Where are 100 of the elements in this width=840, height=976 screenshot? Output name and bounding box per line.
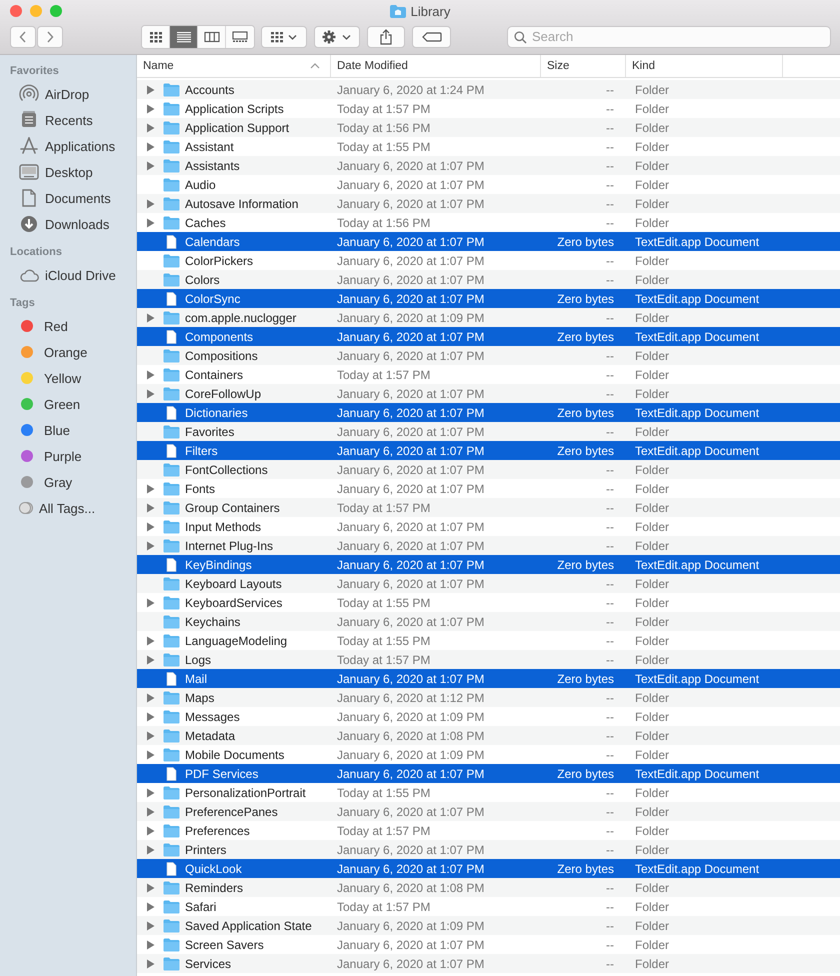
disclosure-triangle-icon[interactable] xyxy=(146,540,155,550)
file-row[interactable]: Components January 6, 2020 at 1:07 PM Zero bytes TextEdit.app Document xyxy=(137,327,840,346)
column-header[interactable]: Date Modified xyxy=(331,55,541,77)
tag-button[interactable] xyxy=(412,26,451,48)
sidebar-item[interactable]: Applications xyxy=(18,133,116,159)
close-button[interactable] xyxy=(10,5,22,17)
disclosure-triangle-icon[interactable] xyxy=(146,654,155,664)
file-row[interactable]: Compositions January 6, 2020 at 1:07 PM -- Folder xyxy=(137,346,840,365)
file-row[interactable]: Application Support Today at 1:56 PM -- Folder xyxy=(137,118,840,137)
file-row[interactable]: FontCollections January 6, 2020 at 1:07 PM -- Folder xyxy=(137,460,840,479)
file-row[interactable]: Keychains January 6, 2020 at 1:07 PM -- Folder xyxy=(137,612,840,631)
disclosure-triangle-icon[interactable] xyxy=(146,750,155,760)
disclosure-triangle-icon[interactable] xyxy=(146,370,155,380)
folder-icon xyxy=(163,538,180,552)
sidebar-item[interactable]: Blue xyxy=(18,417,70,443)
date-cell-text: January 6, 2020 at 1:09 PM xyxy=(336,310,486,324)
sidebar-item[interactable]: Purple xyxy=(18,443,82,469)
file-name: Application Scripts xyxy=(185,102,284,116)
disclosure-triangle-icon[interactable] xyxy=(146,122,155,132)
disclosure-triangle-icon[interactable] xyxy=(146,636,155,646)
file-row[interactable]: KeyBindings January 6, 2020 at 1:07 PM Zero bytes TextEdit.app Document xyxy=(137,555,840,574)
disclosure-triangle-icon[interactable] xyxy=(146,598,155,608)
disclosure-triangle-icon[interactable] xyxy=(146,806,155,816)
sidebar-item[interactable]: Documents xyxy=(18,185,111,211)
file-row[interactable]: ColorSync January 6, 2020 at 1:07 PM Zero bytes TextEdit.app Document xyxy=(137,289,840,308)
folder-icon xyxy=(163,634,180,648)
disclosure-triangle-icon[interactable] xyxy=(146,826,155,836)
column-header[interactable]: Kind xyxy=(626,55,783,77)
file-name: Metadata xyxy=(185,728,236,742)
view-mode-button[interactable] xyxy=(170,26,198,48)
group-button[interactable] xyxy=(261,26,307,48)
file-row[interactable]: Logs Today at 1:57 PM -- Folder xyxy=(137,650,840,669)
sidebar-item[interactable]: Gray xyxy=(18,469,72,495)
column-header[interactable]: Size xyxy=(541,55,626,77)
file-row[interactable]: Filters January 6, 2020 at 1:07 PM Zero bytes TextEdit.app Document xyxy=(137,441,840,460)
disclosure-triangle-icon[interactable] xyxy=(146,522,155,532)
size-cell-text: Zero bytes xyxy=(556,766,615,780)
file-row[interactable]: Calendars January 6, 2020 at 1:07 PM Zero bytes TextEdit.app Document xyxy=(137,232,840,251)
sidebar-item[interactable]: AirDrop xyxy=(18,81,90,107)
file-row[interactable]: Keyboard Layouts January 6, 2020 at 1:07 PM -- Folder xyxy=(137,574,840,593)
file-row[interactable]: Metadata January 6, 2020 at 1:08 PM -- Folder xyxy=(137,726,840,745)
sidebar-item[interactable]: iCloud Drive xyxy=(18,262,116,288)
file-row[interactable]: com.apple.nuclogger January 6, 2020 at 1:09 PM -- Folder xyxy=(137,308,840,327)
file-row[interactable]: Assistants January 6, 2020 at 1:07 PM -- Folder xyxy=(137,156,840,175)
file-row[interactable]: Saved Application State January 6, 2020 at 1:09 PM -- Folder xyxy=(137,916,840,935)
sidebar-item[interactable]: Red xyxy=(18,313,68,339)
disclosure-triangle-icon[interactable] xyxy=(146,218,155,228)
disclosure-triangle-icon[interactable] xyxy=(146,388,155,398)
sidebar-item[interactable]: Green xyxy=(18,391,80,417)
search-field[interactable]: Search xyxy=(507,26,831,48)
file-row[interactable]: Internet Plug-Ins January 6, 2020 at 1:07 PM -- Folder xyxy=(137,536,840,555)
file-row[interactable]: Services January 6, 2020 at 1:07 PM -- Folder xyxy=(137,954,840,973)
sidebar-item[interactable]: Desktop xyxy=(18,159,93,185)
file-row[interactable]: Colors January 6, 2020 at 1:07 PM -- Folder xyxy=(137,270,840,289)
disclosure-triangle-icon[interactable] xyxy=(146,312,155,322)
disclosure-triangle-icon[interactable] xyxy=(146,502,155,512)
sidebar-item[interactable]: All Tags... xyxy=(18,495,96,521)
disclosure-triangle-icon[interactable] xyxy=(146,902,155,912)
search-icon xyxy=(514,30,527,44)
file-row[interactable]: Favorites January 6, 2020 at 1:07 PM -- Folder xyxy=(137,422,840,441)
disclosure-triangle-icon[interactable] xyxy=(146,730,155,740)
disclosure-triangle-icon[interactable] xyxy=(146,958,155,968)
date-cell-text: January 6, 2020 at 1:09 PM xyxy=(336,710,486,724)
file-row[interactable]: Maps January 6, 2020 at 1:12 PM -- Folder xyxy=(137,688,840,707)
file-row[interactable]: Accounts January 6, 2020 at 1:24 PM -- Folder xyxy=(137,80,840,99)
action-button[interactable] xyxy=(314,26,360,48)
disclosure-triangle-icon[interactable] xyxy=(146,692,155,702)
back-button[interactable] xyxy=(10,26,36,48)
disclosure-triangle-icon[interactable] xyxy=(146,940,155,950)
disclosure-triangle-icon[interactable] xyxy=(146,160,155,170)
sidebar-item[interactable]: Recents xyxy=(18,107,93,133)
file-row[interactable]: PDF Services January 6, 2020 at 1:07 PM Zero bytes TextEdit.app Document xyxy=(137,764,840,783)
disclosure-triangle-icon[interactable] xyxy=(146,104,155,114)
sidebar-item[interactable]: Yellow xyxy=(18,365,82,391)
file-row[interactable]: QuickLook January 6, 2020 at 1:07 PM Zero bytes TextEdit.app Document xyxy=(137,859,840,878)
sidebar-item[interactable]: Downloads xyxy=(18,211,110,237)
disclosure-triangle-icon[interactable] xyxy=(146,844,155,854)
file-row[interactable]: Printers January 6, 2020 at 1:07 PM -- Folder xyxy=(137,840,840,859)
disclosure-triangle-icon[interactable] xyxy=(146,882,155,892)
file-row[interactable]: PreferencePanes January 6, 2020 at 1:07 PM -- Folder xyxy=(137,802,840,821)
share-button[interactable] xyxy=(367,26,405,48)
file-row[interactable]: CoreFollowUp January 6, 2020 at 1:07 PM -- Folder xyxy=(137,384,840,403)
file-row[interactable]: Dictionaries January 6, 2020 at 1:07 PM Zero bytes TextEdit.app Document xyxy=(137,403,840,422)
file-row[interactable]: Reminders January 6, 2020 at 1:08 PM -- Folder xyxy=(137,878,840,897)
file-row[interactable]: Autosave Information January 6, 2020 at 1:07 PM -- Folder xyxy=(137,194,840,213)
disclosure-triangle-icon[interactable] xyxy=(146,198,155,208)
file-row[interactable]: Mail January 6, 2020 at 1:07 PM Zero bytes TextEdit.app Document xyxy=(137,669,840,688)
sidebar-item[interactable]: Orange xyxy=(18,339,88,365)
disclosure-triangle-icon[interactable] xyxy=(146,484,155,494)
column-header[interactable]: Name xyxy=(137,55,331,77)
disclosure-triangle-icon[interactable] xyxy=(146,920,155,930)
forward-button[interactable] xyxy=(37,26,63,48)
disclosure-triangle-icon[interactable] xyxy=(146,712,155,722)
size-cell-text: -- xyxy=(605,614,615,628)
disclosure-triangle-icon[interactable] xyxy=(146,142,155,152)
disclosure-triangle-icon[interactable] xyxy=(146,788,155,798)
view-mode-button[interactable] xyxy=(142,26,170,48)
disclosure-triangle-icon[interactable] xyxy=(146,84,155,94)
file-row[interactable]: Group Containers Today at 1:57 PM -- Folder xyxy=(137,498,840,517)
file-name: ColorPickers xyxy=(185,254,254,268)
